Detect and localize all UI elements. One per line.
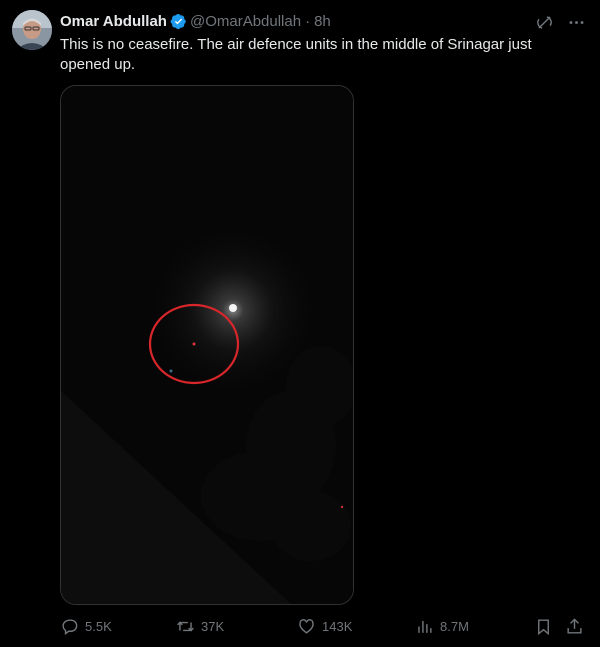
- tweet-text: This is no ceasefire. The air defence un…: [60, 36, 532, 73]
- like-count: 143K: [322, 618, 353, 634]
- night-sky-image: [61, 86, 353, 604]
- reply-count: 5.5K: [85, 618, 112, 634]
- bookmark-button[interactable]: [534, 614, 553, 638]
- reply-icon: [62, 618, 78, 635]
- tweet[interactable]: Omar Abdullah @OmarAbdullah · 8h This is…: [0, 0, 600, 647]
- avatar[interactable]: [12, 10, 52, 50]
- views-button[interactable]: 8.7M: [415, 614, 469, 638]
- repost-count: 37K: [201, 618, 225, 634]
- views-icon: [418, 620, 432, 633]
- bookmark-icon: [538, 618, 549, 635]
- tweet-top-actions: [534, 12, 586, 32]
- separator-dot: ·: [305, 12, 311, 30]
- heart-icon: [299, 618, 314, 634]
- verified-badge-icon: [170, 13, 187, 30]
- tweet-video[interactable]: [60, 85, 354, 605]
- like-button[interactable]: 143K: [297, 614, 352, 638]
- grok-icon[interactable]: [534, 12, 554, 32]
- tweet-timestamp[interactable]: 8h: [314, 13, 331, 30]
- share-button[interactable]: [565, 614, 584, 638]
- more-icon[interactable]: [566, 12, 586, 32]
- tweet-header: Omar Abdullah @OmarAbdullah · 8h: [60, 11, 331, 31]
- author-handle[interactable]: @OmarAbdullah: [190, 13, 301, 30]
- author-name[interactable]: Omar Abdullah: [60, 13, 167, 30]
- reply-button[interactable]: 5.5K: [60, 614, 112, 638]
- view-count: 8.7M: [440, 618, 469, 634]
- share-icon: [567, 617, 582, 634]
- tweet-actions: 5.5K 37K 143K 8.7M: [60, 614, 590, 638]
- repost-button[interactable]: 37K: [176, 614, 224, 638]
- repost-icon: [177, 621, 194, 631]
